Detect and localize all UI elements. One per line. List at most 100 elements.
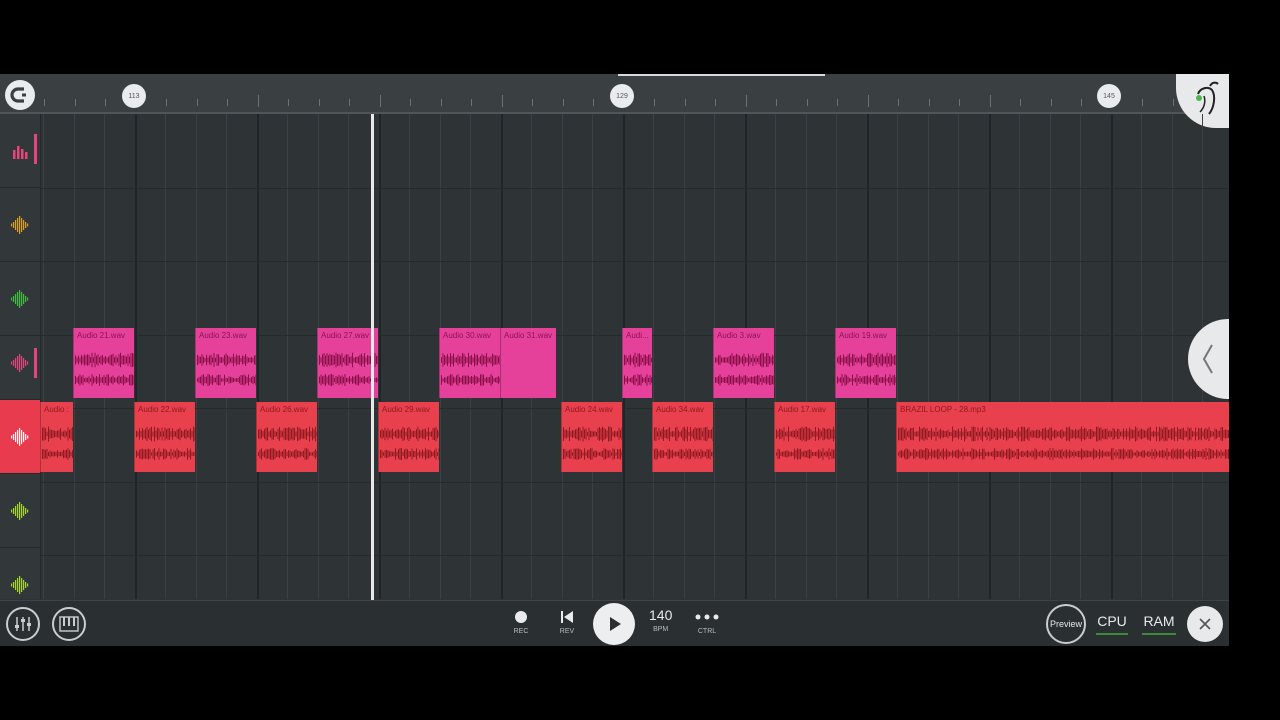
audio-clip[interactable]: Audio 3.wav — [713, 328, 774, 398]
clip-label: Audio 23.wav — [199, 331, 248, 340]
bar-marker-129[interactable]: 129 — [610, 84, 634, 108]
ruler-tick — [593, 99, 594, 106]
clip-label: Audio 17.wav — [778, 405, 827, 414]
playlist-grid[interactable]: Audio 21.wav Audio 23.wav Audio 27.wav A… — [40, 114, 1229, 599]
play-button[interactable] — [593, 603, 635, 645]
record-button[interactable]: REC — [513, 609, 529, 635]
clip-waveform — [197, 353, 256, 386]
ruler-tick — [440, 99, 442, 106]
audio-clip[interactable]: Audio 22.wav — [134, 402, 195, 472]
track-header-6[interactable] — [0, 474, 40, 548]
clip-waveform — [319, 352, 378, 386]
ruler-tick — [745, 95, 747, 107]
clip-label: Audio 27.wav — [321, 331, 370, 340]
audio-clip[interactable]: Audio 27.wav — [317, 328, 378, 398]
audio-clip[interactable]: Audio 21.wav — [73, 328, 134, 398]
preview-button[interactable]: Preview — [1046, 604, 1086, 644]
clip-label: Audio 21.wav — [77, 331, 126, 340]
clip-waveform — [624, 352, 652, 386]
ruler-tick — [959, 99, 960, 106]
waveform-icon — [11, 353, 29, 372]
playhead[interactable] — [371, 114, 374, 600]
audio-clip[interactable]: Audio 19.wav — [835, 328, 896, 398]
ruler-tick — [318, 99, 320, 106]
clip-waveform — [42, 426, 73, 460]
ruler-tick — [562, 99, 564, 106]
rewind-label: REV — [559, 628, 575, 635]
ruler-tick — [776, 99, 777, 106]
mixer-icon — [15, 617, 31, 631]
grid-row-line — [40, 481, 1229, 483]
audio-clip[interactable]: Audio 17.wav — [774, 402, 835, 472]
audio-clip[interactable]: Audio 30.wav — [439, 328, 500, 398]
skip-back-icon — [561, 611, 573, 623]
track-header-column — [0, 114, 41, 622]
waveform-icon — [11, 575, 29, 594]
track-selection-mark — [34, 134, 37, 164]
track-header-1[interactable] — [0, 114, 40, 188]
clip-label: Audio 34.wav — [656, 405, 705, 414]
clip-label: Audio : — [44, 405, 69, 414]
track-header-5-selected[interactable] — [0, 400, 40, 474]
timeline-ruler[interactable]: 113 129 145 — [0, 74, 1229, 114]
ctrl-button[interactable]: CTRL — [695, 609, 719, 635]
clip-label: Audio 3.wav — [717, 331, 761, 340]
cpu-meter[interactable]: CPU — [1096, 613, 1128, 635]
bpm-label: BPM — [653, 626, 669, 633]
ruler-tick — [867, 95, 869, 107]
ruler-tick — [1172, 99, 1174, 106]
audio-clip[interactable]: Audio : — [40, 402, 73, 472]
close-button[interactable] — [1187, 606, 1223, 642]
side-panel-toggle[interactable] — [1188, 319, 1229, 399]
ram-label: RAM — [1143, 613, 1175, 629]
audio-clip[interactable]: BRAZIL LOOP - 28.mp3 — [896, 402, 1229, 472]
mixer-button[interactable] — [6, 607, 40, 641]
bpm-value: 140 — [649, 607, 673, 623]
track-header-3[interactable] — [0, 262, 40, 336]
ruler-tick — [74, 99, 76, 106]
tempo-control[interactable]: 140 BPM — [649, 607, 672, 633]
close-icon — [1199, 618, 1211, 630]
clip-waveform — [715, 352, 774, 386]
clip-label: Audio 22.wav — [138, 405, 187, 414]
snap-magnet-button[interactable] — [5, 80, 35, 110]
audio-clip[interactable]: Audio 24.wav — [561, 402, 622, 472]
horizontal-scrollbar[interactable] — [618, 74, 825, 76]
track-header-2[interactable] — [0, 188, 40, 262]
clip-waveform — [258, 426, 317, 460]
audio-clip[interactable]: Audio 31.wav — [500, 328, 556, 398]
clip-label: Audio 29.wav — [382, 405, 431, 414]
bar-chart-icon — [13, 145, 28, 159]
ruler-tick — [837, 99, 838, 106]
grid-row-line — [40, 555, 1229, 556]
audio-clip[interactable]: Audio 26.wav — [256, 402, 317, 472]
ruler-tick — [806, 99, 808, 106]
audio-clip[interactable]: Audio 23.wav — [195, 328, 256, 398]
cpu-label: CPU — [1097, 613, 1127, 629]
audio-clip[interactable]: Audio 34.wav — [652, 402, 713, 472]
clip-label: Audio 24.wav — [565, 405, 614, 414]
ruler-tick — [349, 99, 350, 106]
bar-marker-145[interactable]: 145 — [1097, 84, 1121, 108]
track-header-4[interactable] — [0, 326, 40, 400]
ruler-tick — [654, 99, 655, 106]
audio-clip[interactable]: Audi... — [622, 328, 652, 398]
ruler-tick — [288, 99, 289, 106]
ruler-tick — [684, 99, 686, 106]
record-label: REC — [513, 628, 529, 635]
ruler-tick — [1050, 99, 1052, 106]
grid-row-line — [40, 261, 1229, 262]
bar-marker-113[interactable]: 113 — [122, 84, 146, 108]
ram-meter[interactable]: RAM — [1142, 613, 1176, 635]
ruler-tick — [1081, 99, 1082, 106]
piano-roll-button[interactable] — [52, 607, 86, 641]
clip-label: Audio 26.wav — [260, 405, 309, 414]
audio-clip[interactable]: Audio 29.wav — [378, 402, 439, 472]
rewind-button[interactable]: REV — [559, 609, 575, 635]
waveform-icon — [11, 501, 29, 520]
more-dots-icon — [695, 614, 719, 620]
ctrl-label: CTRL — [697, 628, 717, 635]
clip-waveform — [776, 426, 835, 460]
grid-row-line — [40, 187, 1229, 189]
clip-waveform — [837, 352, 896, 386]
